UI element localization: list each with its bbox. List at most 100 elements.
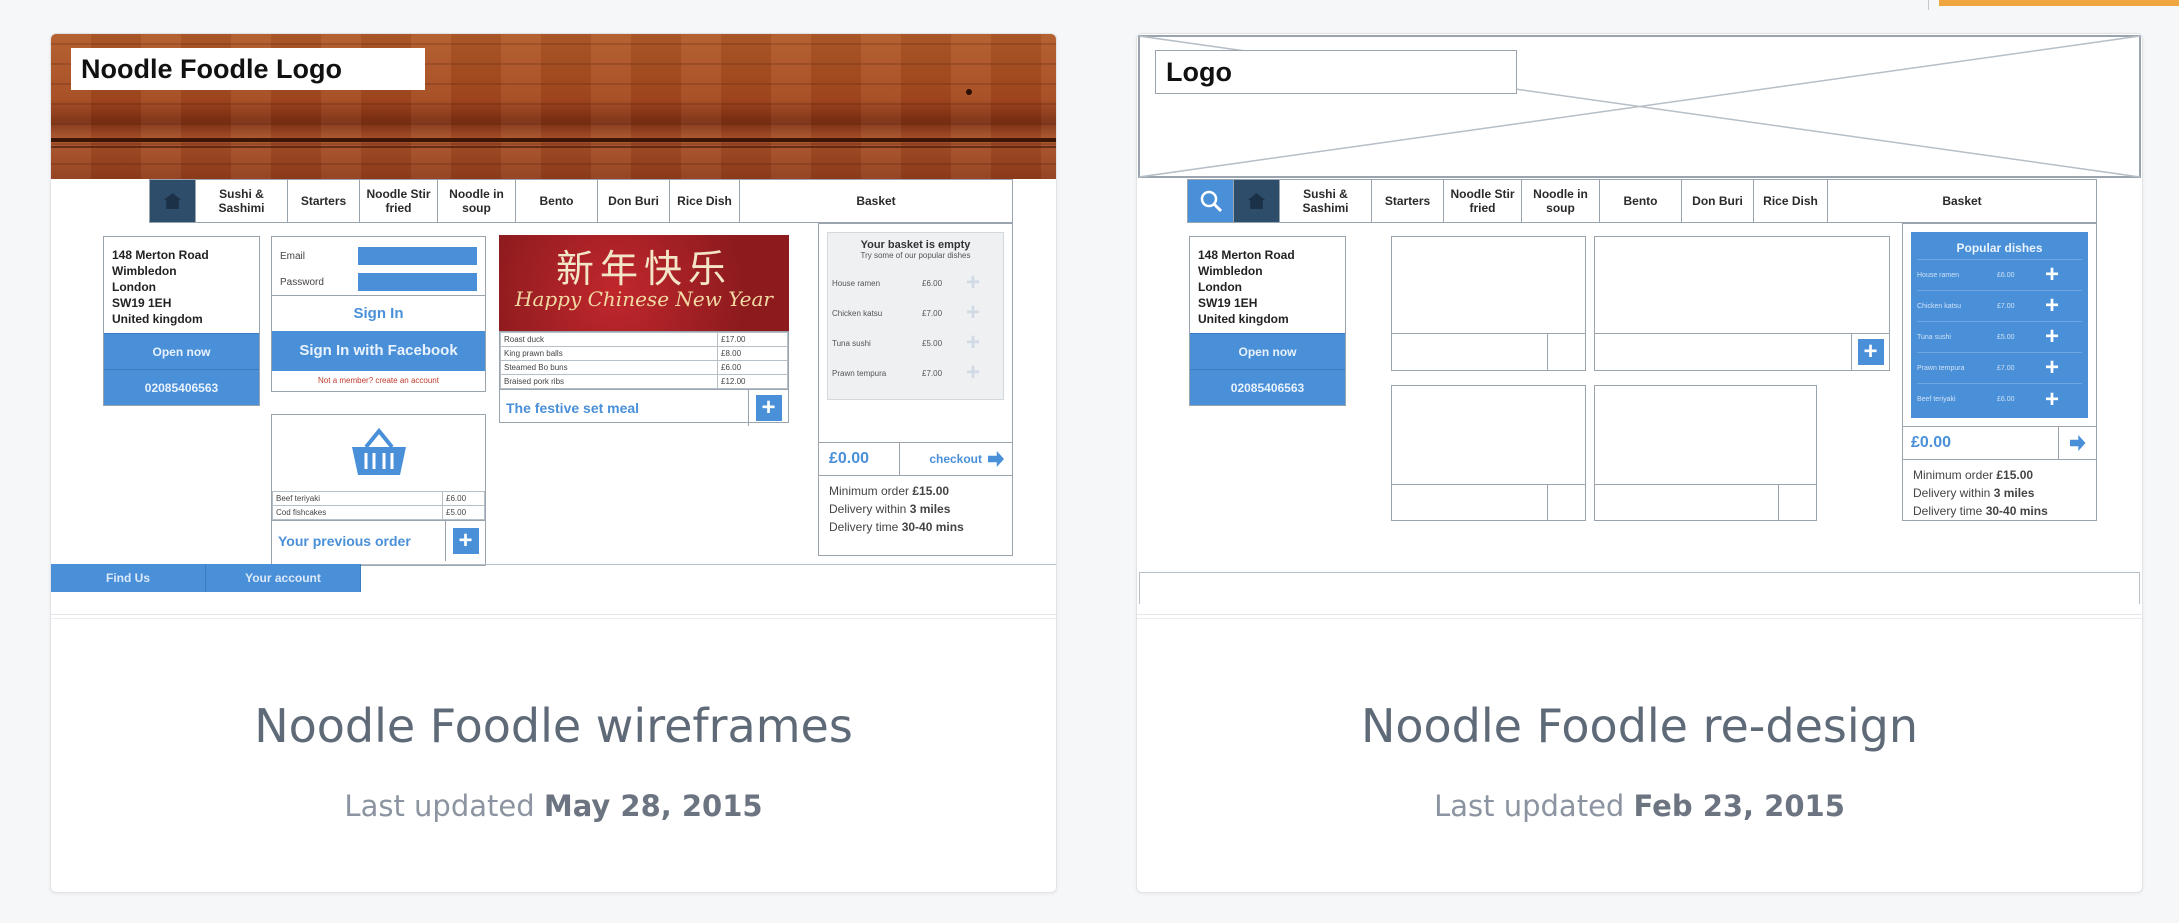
address-line: United kingdom	[1198, 312, 1289, 326]
last-updated-date: May 28, 2015	[543, 789, 763, 823]
list-item: Tuna sushi £5.00 +	[1917, 322, 2082, 353]
table-row: Braised pork ribs £12.00	[500, 374, 788, 389]
nav-item: Starters	[288, 180, 360, 222]
sign-in-button: Sign In	[272, 295, 485, 331]
search-icon	[1188, 180, 1234, 222]
minimum-order: Minimum order £15.00	[829, 484, 950, 498]
card-title[interactable]: Noodle Foodle re-design	[1137, 699, 2142, 753]
dish-name: House ramen	[832, 278, 881, 288]
create-account-link: Not a member? create an account	[318, 376, 439, 385]
nav-item: Noodle in soup	[438, 180, 516, 222]
nav-item: Bento	[1600, 180, 1682, 222]
item-price: £17.00	[717, 332, 788, 347]
delivery-within: Delivery within 3 miles	[1913, 486, 2035, 500]
plus-icon: +	[2045, 323, 2060, 350]
card-title[interactable]: Noodle Foodle wireframes	[51, 699, 1056, 753]
nav-item: Noodle Stir fried	[1444, 180, 1522, 222]
dish-price: £7.00	[922, 308, 943, 318]
dish-price: £6.00	[1997, 396, 2015, 403]
item-price: £5.00	[442, 505, 485, 520]
item-price: £8.00	[717, 346, 788, 361]
basket-panel: Your basket is empty Try some of our pop…	[818, 223, 1013, 556]
dish-price: £6.00	[1997, 271, 2015, 279]
nav-item: Rice Dish	[1754, 180, 1828, 222]
card-thumbnail[interactable]: Logo Sushi & Sashimi Starters Noodle Sti…	[1137, 34, 2142, 619]
project-card-wireframes[interactable]: Noodle Foodle Logo Sushi & Sashimi Start…	[50, 33, 1057, 893]
table-row: Steamed Bo buns £6.00	[500, 360, 788, 375]
footer-nav: Find Us Your account	[51, 564, 361, 592]
basket-panel: Popular dishes House ramen £6.00 + Chick…	[1902, 223, 2097, 521]
top-divider	[1928, 0, 1929, 10]
basket-total: £0.00	[1911, 434, 1952, 451]
dish-name: House ramen	[1917, 271, 1960, 279]
plus-outline-icon: +	[965, 269, 980, 296]
address-box: 148 Merton Road Wimbledon London SW19 1E…	[103, 236, 260, 406]
basket-empty-text: Your basket is empty	[860, 239, 971, 251]
email-label: Email	[280, 250, 306, 262]
card-thumbnail[interactable]: Noodle Foodle Logo Sushi & Sashimi Start…	[51, 34, 1056, 619]
delivery-within: Delivery within 3 miles	[829, 502, 951, 516]
wireframe-nav: Sushi & Sashimi Starters Noodle Stir fri…	[1187, 179, 2097, 223]
item-name: Steamed Bo buns	[500, 360, 718, 375]
password-label: Password	[280, 276, 324, 288]
delivery-time: Delivery time 30-40 mins	[829, 520, 964, 534]
dish-name: Tuna sushi	[1917, 333, 1951, 341]
address-line: London	[1198, 280, 1242, 294]
list-item: Tuna sushi £5.00 +	[832, 328, 999, 358]
banner-chinese-text: 新年快乐	[555, 247, 732, 291]
dish-name: Prawn tempura	[1917, 364, 1965, 372]
list-item: Prawn tempura £7.00 +	[1917, 353, 2082, 384]
item-name: Cod fishcakes	[272, 505, 443, 520]
list-item: House ramen £6.00 +	[832, 268, 999, 298]
nav-item: Noodle Stir fried	[360, 180, 438, 222]
basket-total: £0.00	[829, 450, 870, 467]
address-line: United kingdom	[112, 312, 203, 326]
phone-bar: 02085406563	[104, 369, 259, 405]
wireframe-nav: Sushi & Sashimi Starters Noodle Stir fri…	[149, 179, 1013, 223]
project-card-redesign[interactable]: Logo Sushi & Sashimi Starters Noodle Sti…	[1136, 33, 2143, 893]
plus-icon: +	[2045, 354, 2060, 381]
dish-name: Chicken katsu	[832, 308, 883, 318]
list-item: Prawn tempura £7.00 +	[832, 358, 999, 388]
plus-outline-icon: +	[965, 329, 980, 356]
home-icon	[1234, 180, 1280, 222]
list-item: Chicken katsu £7.00 +	[1917, 291, 2082, 322]
dish-price: £7.00	[922, 368, 943, 378]
top-accent-bar	[1939, 0, 2179, 6]
dish-price: £5.00	[922, 338, 943, 348]
open-now-bar: Open now	[104, 333, 259, 369]
last-updated-label: Last updated	[1434, 789, 1625, 823]
item-price: £12.00	[717, 374, 788, 389]
previous-order-box: Beef teriyaki £6.00 Cod fishcakes £5.00 …	[271, 414, 486, 566]
plus-icon: +	[2045, 385, 2060, 413]
basket-hint: Try some of our popular dishes	[860, 251, 971, 260]
plus-outline-icon: +	[965, 299, 980, 326]
product-placeholder	[1594, 385, 1817, 521]
logo-placeholder: Noodle Foodle Logo	[71, 48, 425, 90]
address-line: SW19 1EH	[1198, 296, 1258, 310]
footer-item-account: Your account	[206, 564, 361, 592]
product-placeholder	[1391, 236, 1586, 371]
address-line: SW19 1EH	[112, 296, 172, 310]
previous-order-label: Your previous order	[278, 532, 411, 549]
address-line: 148 Merton Road	[1198, 248, 1295, 262]
nav-item: Don Buri	[1682, 180, 1754, 222]
address-line: Wimbledon	[112, 264, 177, 278]
banner-english-text: Happy Chinese New Year	[515, 287, 773, 311]
footer-item-find-us: Find Us	[51, 564, 206, 592]
checkout-label: checkout	[929, 452, 982, 466]
item-price: £6.00	[717, 360, 788, 375]
dish-price: £5.00	[1997, 333, 2015, 341]
facebook-sign-in-button: Sign In with Facebook	[272, 331, 485, 371]
nav-item: Starters	[1372, 180, 1444, 222]
item-name: King prawn balls	[500, 346, 718, 361]
delivery-time: Delivery time 30-40 mins	[1913, 504, 2048, 518]
table-row: Cod fishcakes £5.00	[272, 505, 485, 520]
last-updated-date: Feb 23, 2015	[1633, 789, 1845, 823]
dish-name: Prawn tempura	[832, 368, 887, 378]
dish-name: Chicken katsu	[1917, 302, 1961, 310]
address-box: 148 Merton Road Wimbledon London SW19 1E…	[1189, 236, 1346, 406]
footer-placeholder	[1139, 572, 2140, 604]
dish-price: £7.00	[1997, 364, 2015, 372]
basket-icon	[351, 427, 406, 475]
